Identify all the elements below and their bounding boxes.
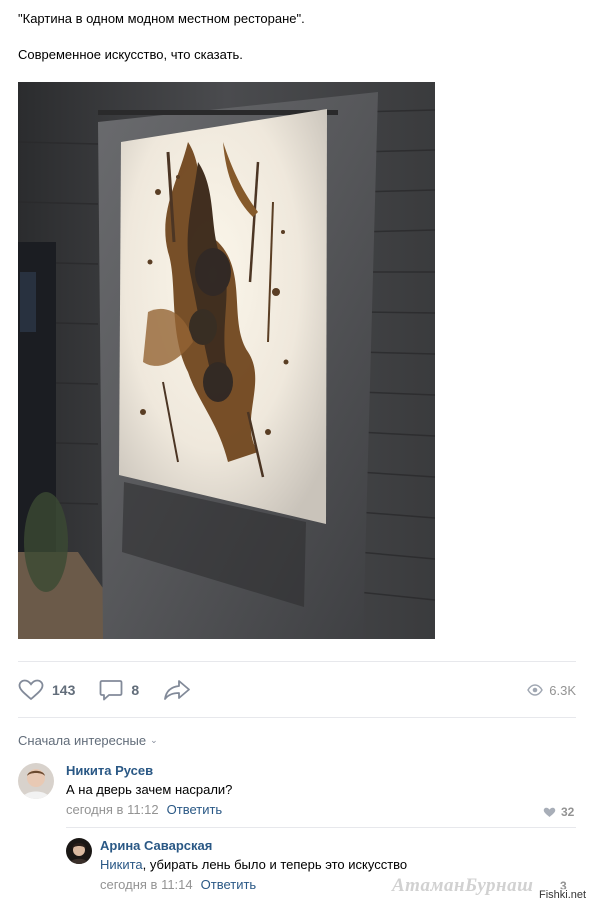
comment-text-body: , убирать лень было и теперь это искусст… — [142, 857, 408, 872]
comment-text: Никита, убирать лень было и теперь это и… — [100, 856, 407, 874]
comment-icon — [99, 680, 123, 701]
heart-icon — [18, 679, 44, 701]
comment-like-button[interactable]: 32 — [543, 805, 574, 819]
post-text-line-2: Современное искусство, что сказать. — [18, 47, 243, 62]
share-icon — [164, 680, 191, 700]
comment-button[interactable]: 8 — [99, 679, 139, 701]
comment-likes-count: 32 — [561, 805, 575, 819]
comment-date[interactable]: сегодня в 11:14 — [100, 877, 193, 892]
post-actions: 143 8 6.3K — [18, 677, 576, 703]
post-text: "Картина в одном модном местном ресторан… — [18, 10, 578, 64]
comment-text: А на дверь зачем насрали? — [66, 782, 233, 797]
comment: Никита Русев А на дверь зачем насрали? с… — [18, 763, 232, 819]
views-counter: 6.3K — [527, 683, 576, 698]
comment-mention[interactable]: Никита — [100, 857, 143, 872]
watermark-text: АтаманБурнаш — [392, 875, 534, 896]
comments-sort-label: Сначала интересные — [18, 733, 147, 748]
comments-sort-dropdown[interactable]: Сначала интересные ⌄ — [18, 733, 158, 748]
comments-count: 8 — [131, 682, 140, 698]
post-text-line-1: "Картина в одном модном местном ресторан… — [18, 11, 305, 26]
divider-comments — [18, 717, 576, 718]
likes-count: 143 — [52, 682, 76, 698]
avatar[interactable] — [66, 838, 92, 864]
avatar[interactable] — [18, 763, 54, 799]
reply-button[interactable]: Ответить — [201, 877, 257, 892]
divider-reply — [66, 827, 576, 828]
chevron-down-icon: ⌄ — [150, 735, 158, 745]
share-button[interactable] — [163, 679, 191, 701]
comment-author[interactable]: Никита Русев — [66, 763, 232, 779]
watermark-site: Fishki.net — [537, 889, 589, 901]
heart-icon — [543, 807, 556, 817]
comment-author[interactable]: Арина Саварская — [100, 838, 407, 854]
comment-reply: Арина Саварская Никита, убирать лень был… — [66, 838, 407, 894]
post-photo[interactable] — [18, 82, 435, 639]
comment-date[interactable]: сегодня в 11:12 — [66, 802, 159, 817]
views-count: 6.3K — [549, 682, 576, 698]
like-button[interactable]: 143 — [18, 679, 75, 701]
divider-top — [18, 661, 576, 662]
eye-icon — [527, 684, 544, 696]
reply-button[interactable]: Ответить — [167, 802, 223, 817]
